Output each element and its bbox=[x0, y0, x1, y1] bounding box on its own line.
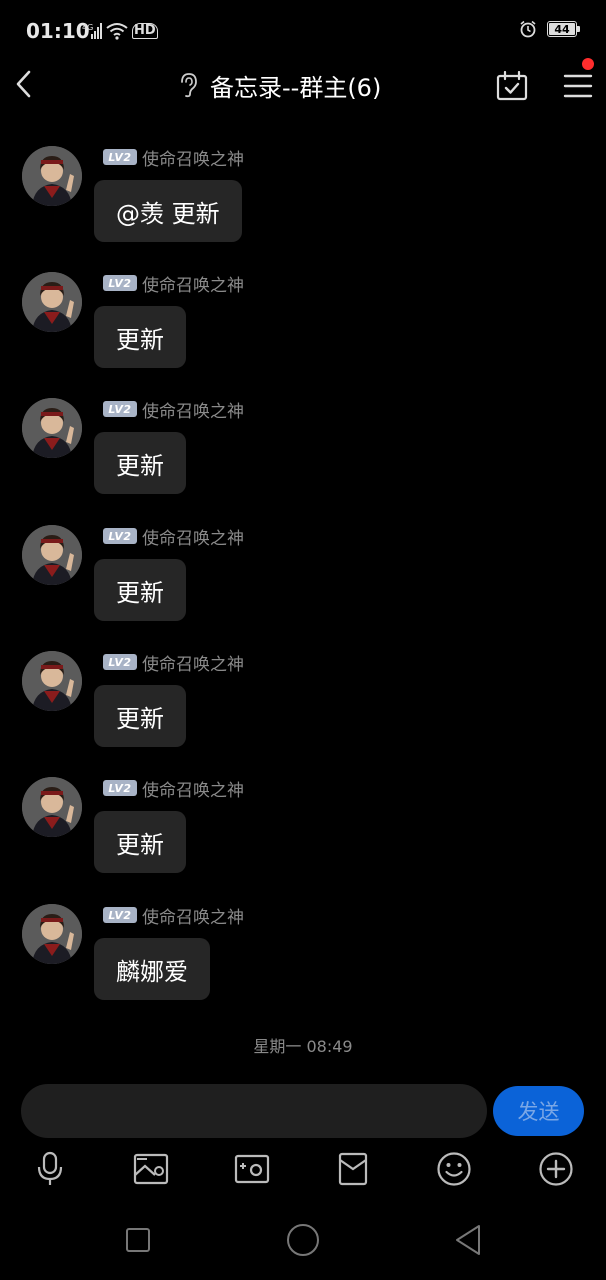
sender-name[interactable]: 使命召唤之神 bbox=[142, 397, 244, 422]
input-toolbar bbox=[0, 1145, 606, 1193]
avatar-image bbox=[22, 904, 82, 964]
menu-button[interactable] bbox=[556, 66, 600, 106]
battery-level: 44 bbox=[554, 22, 570, 36]
camera-button[interactable] bbox=[228, 1145, 276, 1193]
message-item: LV2 使命召唤之神 更新 bbox=[0, 519, 606, 629]
image-icon bbox=[133, 1153, 169, 1185]
level-badge: LV2 bbox=[103, 907, 137, 923]
chat-title: 备忘录--群主(6) bbox=[210, 73, 382, 102]
avatar-image bbox=[22, 146, 82, 206]
message-meta: LV2 使命召唤之神 bbox=[103, 524, 244, 549]
message-meta: LV2 使命召唤之神 bbox=[103, 145, 244, 170]
message-bubble[interactable]: 更新 bbox=[94, 559, 186, 621]
signal-icon: 4G bbox=[82, 23, 102, 39]
hamburger-menu-icon bbox=[563, 74, 593, 98]
sender-name[interactable]: 使命召唤之神 bbox=[142, 271, 244, 296]
svg-text:4G: 4G bbox=[82, 23, 93, 32]
message-meta: LV2 使命召唤之神 bbox=[103, 776, 244, 801]
home-button[interactable] bbox=[281, 1220, 325, 1260]
system-navigation-bar bbox=[0, 1200, 606, 1280]
level-badge: LV2 bbox=[103, 654, 137, 670]
hd-icon: HD bbox=[132, 23, 158, 39]
calendar-checkin-button[interactable] bbox=[492, 66, 532, 106]
level-badge: LV2 bbox=[103, 528, 137, 544]
level-badge: LV2 bbox=[103, 780, 137, 796]
message-input[interactable] bbox=[21, 1084, 487, 1138]
triangle-back-icon bbox=[456, 1225, 480, 1255]
camera-icon bbox=[234, 1154, 270, 1184]
recents-button[interactable] bbox=[116, 1220, 160, 1260]
battery-icon: 44 bbox=[547, 21, 577, 37]
notification-dot bbox=[582, 58, 594, 70]
sender-name[interactable]: 使命召唤之神 bbox=[142, 650, 244, 675]
chevron-left-icon bbox=[16, 70, 31, 98]
chat-header: 备忘录--群主(6) bbox=[0, 62, 606, 108]
voice-button[interactable] bbox=[26, 1145, 74, 1193]
level-badge: LV2 bbox=[103, 401, 137, 417]
emoji-button[interactable] bbox=[430, 1145, 478, 1193]
avatar[interactable] bbox=[22, 272, 82, 332]
status-time: 01:10 bbox=[26, 19, 90, 43]
avatar[interactable] bbox=[22, 146, 82, 206]
avatar[interactable] bbox=[22, 398, 82, 458]
status-bar: 01:10 4G HD 44 bbox=[0, 0, 606, 62]
avatar-image bbox=[22, 525, 82, 585]
status-icons-right: 44 bbox=[519, 20, 580, 38]
circle-icon bbox=[287, 1224, 319, 1256]
message-bubble[interactable]: 更新 bbox=[94, 685, 186, 747]
sender-name[interactable]: 使命召唤之神 bbox=[142, 145, 244, 170]
album-button[interactable] bbox=[127, 1145, 175, 1193]
avatar[interactable] bbox=[22, 525, 82, 585]
avatar[interactable] bbox=[22, 651, 82, 711]
message-meta: LV2 使命召唤之神 bbox=[103, 397, 244, 422]
red-packet-button[interactable] bbox=[329, 1145, 377, 1193]
message-item: LV2 使命召唤之神 麟娜爱 bbox=[0, 898, 606, 1008]
system-back-button[interactable] bbox=[446, 1220, 490, 1260]
sender-name[interactable]: 使命召唤之神 bbox=[142, 903, 244, 928]
message-item: LV2 使命召唤之神 更新 bbox=[0, 771, 606, 881]
avatar-image bbox=[22, 651, 82, 711]
message-item: LV2 使命召唤之神 更新 bbox=[0, 266, 606, 376]
more-button[interactable] bbox=[532, 1145, 580, 1193]
calendar-check-icon bbox=[496, 71, 528, 101]
red-packet-icon bbox=[338, 1152, 368, 1186]
message-item: LV2 使命召唤之神 更新 bbox=[0, 392, 606, 502]
message-bubble[interactable]: 麟娜爱 bbox=[94, 938, 210, 1000]
message-timestamp: 星期一 08:49 bbox=[253, 1037, 353, 1056]
status-icons-left: 4G HD bbox=[82, 20, 158, 42]
square-icon bbox=[126, 1228, 150, 1252]
message-item: LV2 使命召唤之神 更新 bbox=[0, 645, 606, 755]
sender-name[interactable]: 使命召唤之神 bbox=[142, 524, 244, 549]
avatar[interactable] bbox=[22, 904, 82, 964]
avatar-image bbox=[22, 272, 82, 332]
chat-title-wrap[interactable]: 备忘录--群主(6) bbox=[178, 68, 381, 102]
message-bubble[interactable]: 更新 bbox=[94, 432, 186, 494]
message-bubble[interactable]: @羡 更新 bbox=[94, 180, 242, 242]
back-button[interactable] bbox=[4, 64, 44, 104]
message-bubble[interactable]: 更新 bbox=[94, 811, 186, 873]
emoji-icon bbox=[437, 1152, 471, 1186]
ear-icon bbox=[181, 73, 197, 98]
avatar[interactable] bbox=[22, 777, 82, 837]
message-item: LV2 使命召唤之神 @羡 更新 bbox=[0, 140, 606, 250]
plus-icon bbox=[539, 1152, 573, 1186]
alarm-icon bbox=[520, 20, 536, 38]
avatar-image bbox=[22, 777, 82, 837]
message-meta: LV2 使命召唤之神 bbox=[103, 903, 244, 928]
wifi-icon bbox=[106, 23, 128, 40]
send-button[interactable]: 发送 bbox=[493, 1086, 584, 1136]
microphone-icon bbox=[37, 1151, 63, 1185]
avatar-image bbox=[22, 398, 82, 458]
message-meta: LV2 使命召唤之神 bbox=[103, 650, 244, 675]
sender-name[interactable]: 使命召唤之神 bbox=[142, 776, 244, 801]
level-badge: LV2 bbox=[103, 149, 137, 165]
message-bubble[interactable]: 更新 bbox=[94, 306, 186, 368]
level-badge: LV2 bbox=[103, 275, 137, 291]
message-meta: LV2 使命召唤之神 bbox=[103, 271, 244, 296]
